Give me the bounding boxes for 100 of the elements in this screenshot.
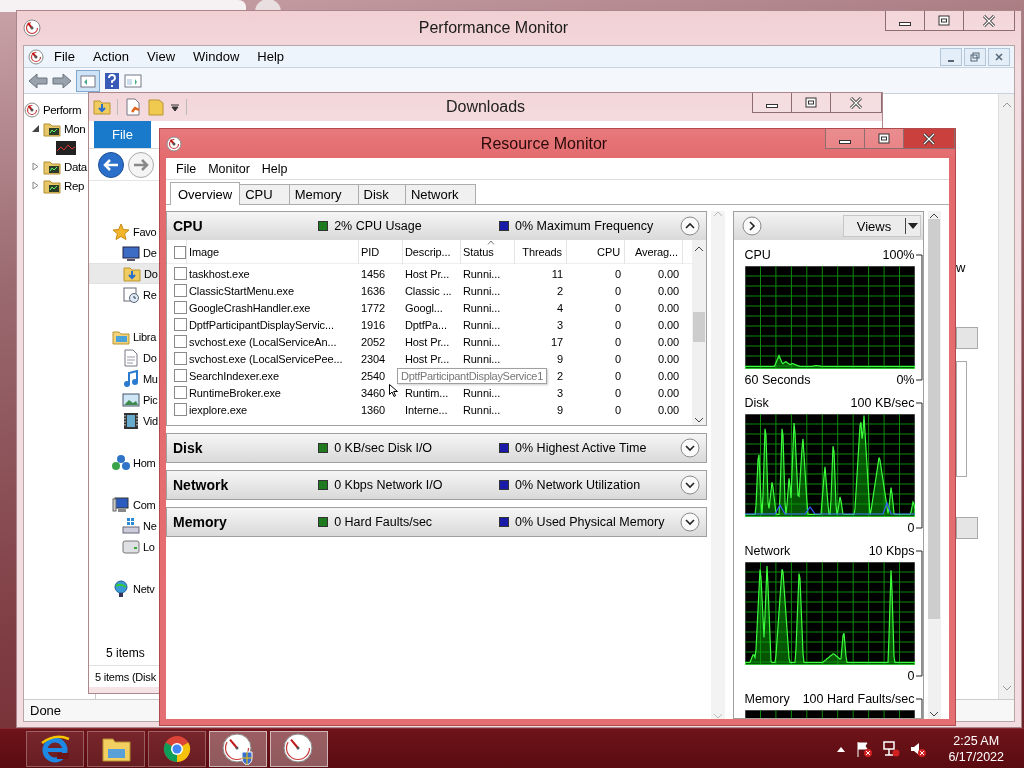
column-header[interactable]: Image [189, 246, 220, 258]
axis-label: 60 Seconds [744, 373, 811, 387]
column-header[interactable]: Status [463, 246, 494, 258]
menu-item[interactable]: View [139, 49, 184, 64]
table-cell: 0.00 [658, 284, 679, 297]
table-cell: Runni... [463, 284, 501, 297]
table-cell: 11 [551, 267, 563, 280]
axis-label: 100% [882, 248, 915, 262]
nav-item[interactable]: Vid [143, 414, 158, 427]
graph-title: Memory [744, 692, 790, 706]
menu-item[interactable]: File [46, 49, 83, 64]
nav-item[interactable]: Mu [143, 372, 158, 385]
label: w [956, 260, 966, 275]
tree-item[interactable]: Mon [64, 122, 86, 135]
table-cell: svchost.exe (LocalServicePee... [189, 352, 343, 365]
table-cell: 2540 [361, 369, 386, 382]
section-header[interactable]: CPU 2% CPU Usage 0% Maximum Frequency [167, 212, 706, 240]
table-cell: 0 [614, 352, 621, 365]
file-tab[interactable]: File [94, 121, 151, 148]
table-cell: 0.00 [658, 352, 679, 365]
table-cell: 0.00 [658, 403, 679, 416]
axis-label: 0% [896, 373, 915, 387]
nav-item[interactable]: Favo [133, 225, 157, 238]
section-title: CPU [173, 218, 204, 234]
section-header[interactable]: Network 0 Kbps Network I/O 0% Network Utilization [167, 471, 706, 499]
table-cell: 1772 [361, 301, 386, 314]
nav-item[interactable]: Netv [133, 582, 155, 595]
nav-item[interactable]: Do [143, 351, 157, 364]
table-cell: 3 [556, 386, 563, 399]
table-cell: DptfParticipantDisplayServic... [189, 318, 334, 331]
tab[interactable]: Memory [288, 184, 359, 204]
table-cell: 0.00 [658, 267, 679, 280]
table-cell: Host Pr... [405, 352, 450, 365]
menu-item[interactable]: File [170, 161, 203, 176]
section-title: Memory [173, 514, 228, 530]
clock[interactable]: 2:25 AM 6/17/2022 [948, 732, 1004, 765]
tree-item[interactable]: Rep [64, 179, 84, 192]
column-header[interactable]: CPU [597, 246, 620, 258]
table-cell: 0 [614, 301, 621, 314]
table-cell: Runni... [463, 267, 501, 280]
table-cell: 9 [556, 352, 563, 365]
table-cell: iexplore.exe [189, 403, 248, 416]
tab[interactable]: Disk [357, 184, 406, 204]
section-title: Disk [173, 440, 204, 456]
nav-item[interactable]: Lo [143, 540, 155, 553]
table-cell: 1456 [361, 267, 386, 280]
stat-label: 0 Hard Faults/sec [334, 515, 433, 529]
table-cell: Runni... [463, 352, 501, 365]
menu-item[interactable]: Help [255, 161, 294, 176]
nav-item[interactable]: Hom [133, 456, 156, 469]
column-header[interactable]: Descrip... [405, 246, 451, 258]
nav-item[interactable]: Do [144, 267, 158, 280]
table-cell: Classic ... [405, 284, 452, 297]
table-cell: Host Pr... [405, 267, 450, 280]
table-cell: 0 [614, 284, 621, 297]
table-cell: Googl... [405, 301, 443, 314]
column-header[interactable]: Averag... [635, 246, 678, 258]
nav-item[interactable]: De [143, 246, 157, 259]
views-button[interactable]: Views [842, 215, 921, 237]
item-count: 5 items [106, 646, 145, 660]
table-cell: 1360 [361, 403, 386, 416]
nav-item[interactable]: Libra [133, 330, 156, 343]
menu-item[interactable]: Help [249, 49, 293, 64]
nav-item[interactable]: Ne [143, 519, 157, 532]
stat-label: 0% Used Physical Memory [515, 515, 665, 529]
menu-item[interactable]: Window [185, 49, 248, 64]
table-cell: 0 [614, 267, 621, 280]
table-cell: GoogleCrashHandler.exe [189, 301, 311, 314]
table-cell: svchost.exe (LocalServiceAn... [189, 335, 337, 348]
axis-label: 0 [907, 521, 915, 535]
nav-item[interactable]: Pic [143, 393, 158, 406]
section-header[interactable]: Memory 0 Hard Faults/sec 0% Used Physical Memory [167, 508, 706, 536]
nav-item[interactable]: Com [133, 498, 156, 511]
axis-label: 10 Kbps [868, 544, 915, 558]
menu-item[interactable]: Monitor [202, 161, 256, 176]
table-cell: RuntimeBroker.exe [189, 386, 281, 399]
table-cell: Runni... [463, 318, 501, 331]
tab[interactable]: Overview [170, 182, 241, 205]
menu-item[interactable]: Action [84, 49, 138, 64]
stat-label: 0 Kbps Network I/O [334, 478, 443, 492]
table-cell: Runni... [463, 335, 501, 348]
tree-item[interactable]: Perform [43, 103, 82, 116]
column-header[interactable]: Threads [522, 246, 562, 258]
table-cell: 0 [614, 335, 621, 348]
stat-label: 0 KB/sec Disk I/O [334, 441, 433, 455]
column-header[interactable]: PID [361, 246, 380, 258]
section-header[interactable]: Disk 0 KB/sec Disk I/O 0% Highest Active Time [167, 434, 706, 462]
nav-item[interactable]: Re [143, 288, 157, 301]
table-cell: SearchIndexer.exe [189, 369, 280, 382]
tree-item[interactable]: Data [64, 160, 87, 173]
tab[interactable]: CPU [239, 184, 290, 204]
table-cell: 3460 [361, 386, 386, 399]
window-title: Performance Monitor [417, 19, 570, 37]
graph-title: CPU [744, 248, 771, 262]
table-cell: 17 [550, 335, 563, 348]
axis-label: 0 [907, 669, 915, 683]
table-cell: 0.00 [658, 386, 679, 399]
table-cell: Runni... [463, 301, 501, 314]
tab[interactable]: Network [404, 184, 476, 204]
stat-label: 0% Maximum Frequency [515, 219, 654, 233]
